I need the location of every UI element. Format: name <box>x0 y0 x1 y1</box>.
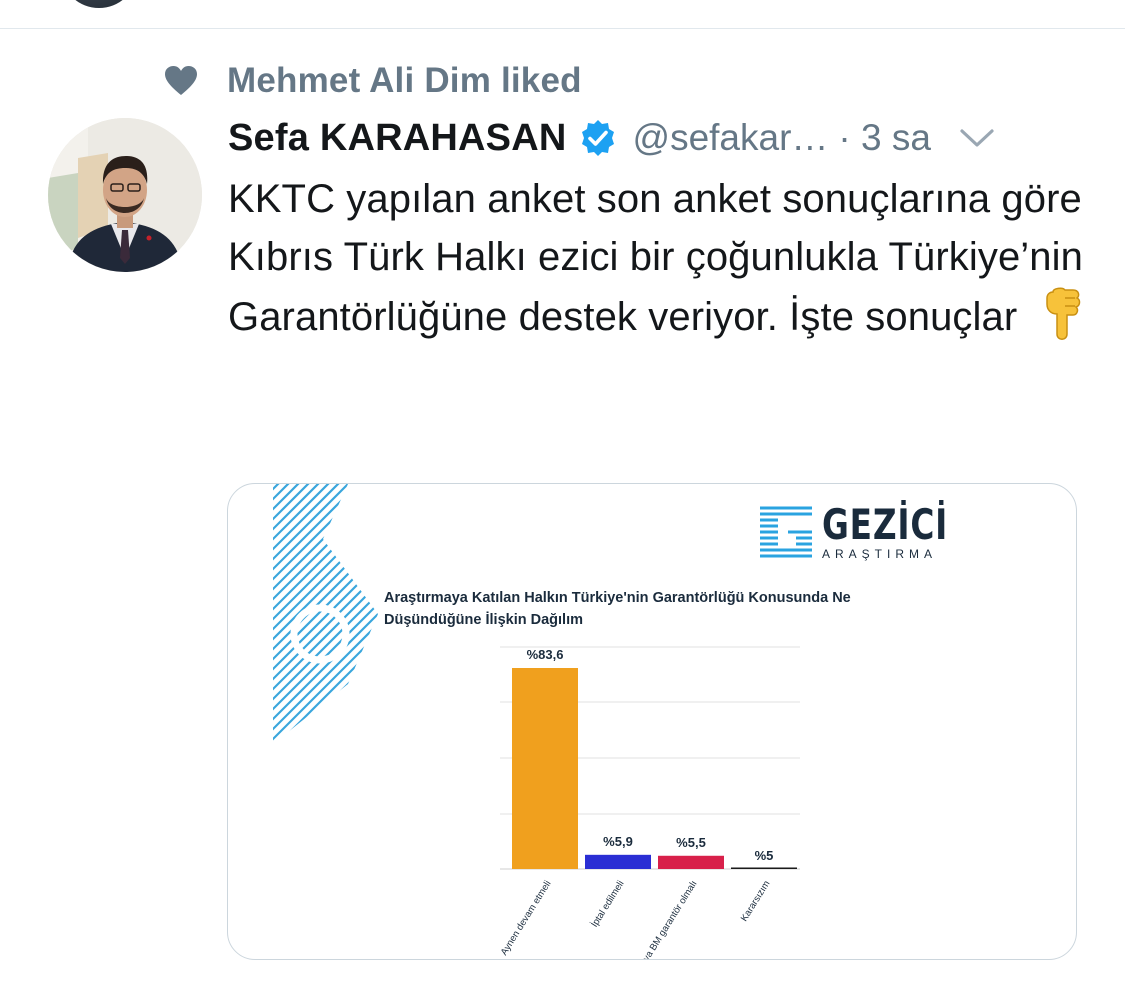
chart-bar <box>512 668 578 869</box>
bar-value-label: %5,5 <box>676 835 706 850</box>
category-tick-label: İptal edilmeli <box>589 879 626 930</box>
chart-bar <box>585 854 651 869</box>
avatar[interactable] <box>48 118 202 272</box>
pointing-down-emoji-icon <box>1046 287 1081 340</box>
author-name[interactable]: Sefa KARAHASAN <box>228 117 567 160</box>
tweet-body: KKTC yapılan anket son anket sonuçlarına… <box>228 177 1083 339</box>
category-tick-label: Kararsızım <box>739 879 773 924</box>
tweet-media-image[interactable]: GEZİCİ ARAŞTIRMA Araştırmaya Katılan Hal… <box>227 483 1077 960</box>
chart-bar <box>731 867 797 869</box>
tweet-header: Sefa KARAHASAN @sefakar… · 3 sa <box>228 112 1108 164</box>
tweet-text: KKTC yapılan anket son anket sonuçlarına… <box>228 170 1088 346</box>
divider <box>0 28 1125 29</box>
bar-value-label: %5 <box>755 848 774 863</box>
tweet-timestamp[interactable]: · 3 sa <box>838 117 931 159</box>
previous-tweet-avatar[interactable] <box>62 0 136 8</box>
category-tick-label: ...ya BM garantör olmalı <box>637 879 700 960</box>
bar-value-label: %5,9 <box>603 834 633 849</box>
social-context-label: Mehmet Ali Dim liked <box>227 61 582 100</box>
heart-icon <box>165 66 197 95</box>
verified-badge-icon <box>581 120 614 156</box>
social-context: Mehmet Ali Dim liked <box>165 60 582 102</box>
author-handle[interactable]: @sefakar… <box>633 117 829 159</box>
chart-bar <box>658 855 724 869</box>
category-tick-label: Aynen devam etmeli <box>499 879 554 958</box>
bar-chart: %83,6 Aynen devam etmeli %5,9 İptal edilmel… <box>499 646 800 960</box>
bar-value-label: %83,6 <box>527 647 564 662</box>
chevron-down-icon[interactable] <box>959 127 995 149</box>
